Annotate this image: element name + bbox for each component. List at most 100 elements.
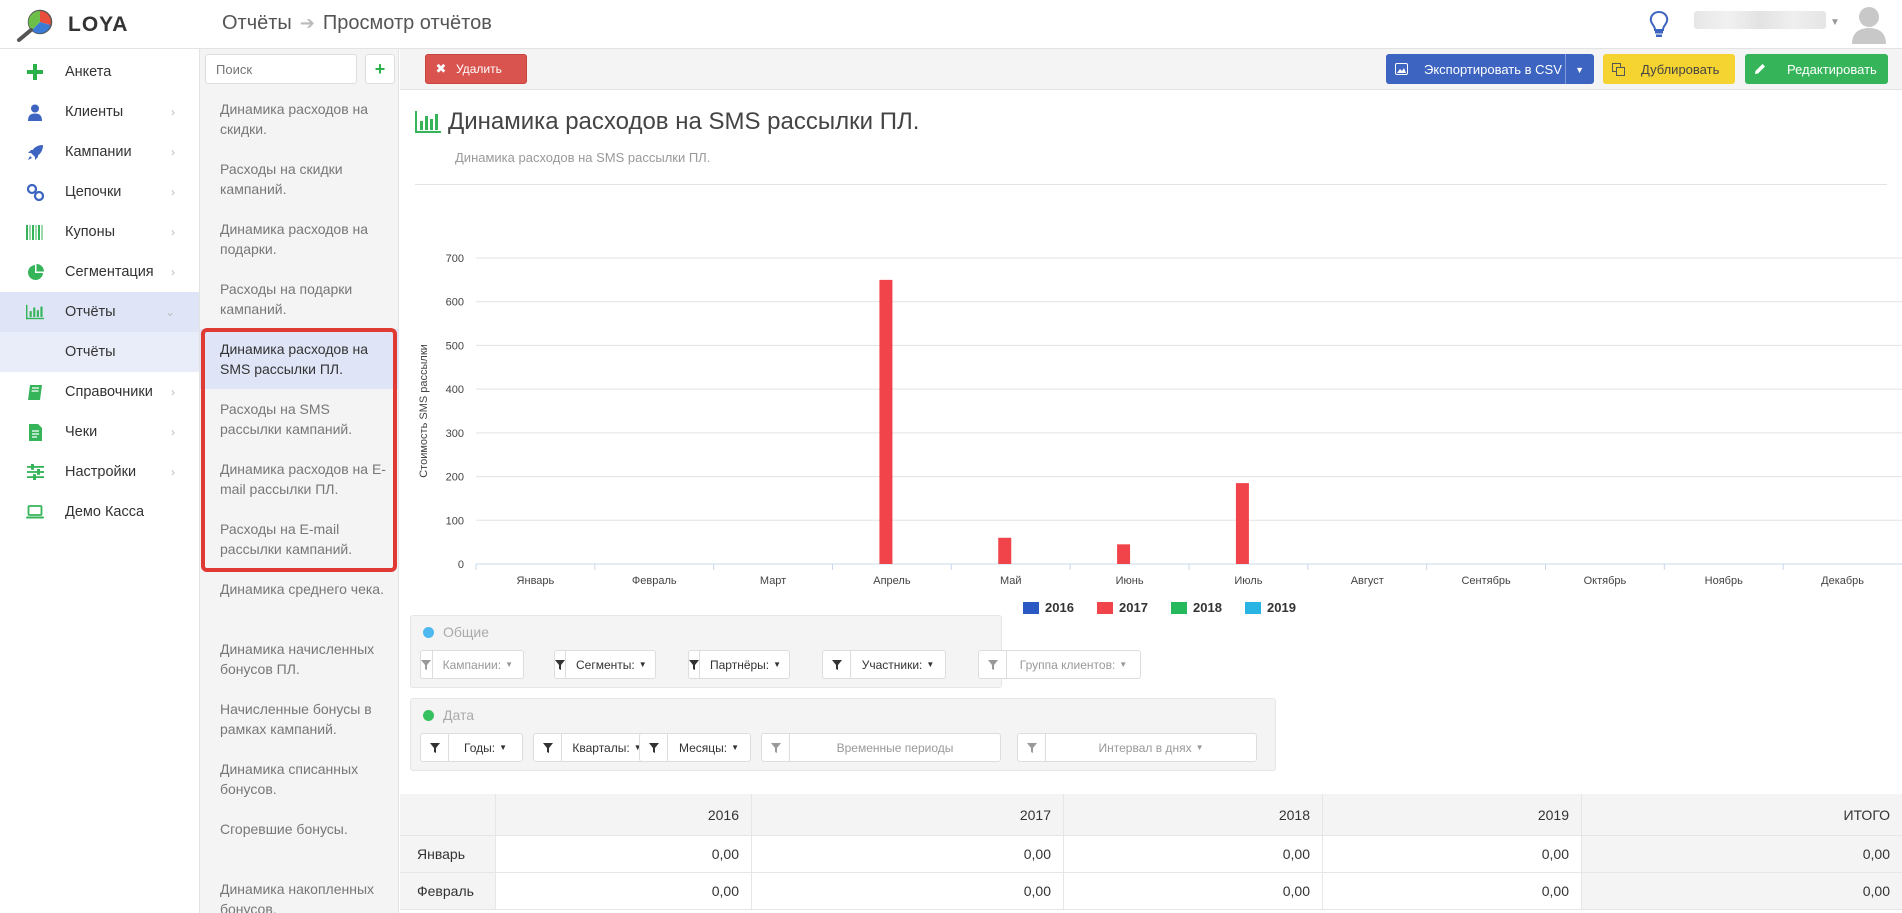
avatar[interactable] [1850,4,1888,44]
report-list-item[interactable]: Динамика списанных бонусов. [200,749,399,809]
logo[interactable]: LOYA [14,6,128,44]
table-cell: Январь [400,836,496,872]
barcode-icon [26,223,44,241]
report-list-item[interactable]: Динамика среднего чека. [200,569,399,629]
caret-down-icon: ▼ [1195,743,1204,752]
filter-general-0[interactable]: Кампании: ▼ [420,650,524,679]
data-table: 2016 2017 2018 2019 ИТОГО Январь 0,00 0,00 0,00 0… [400,794,1902,910]
sidebar-subitem-reports[interactable]: Отчёты [0,332,199,372]
table-cell: 0,00 [1582,873,1902,909]
export-csv-button[interactable]: Экспортировать в CSV ▼ [1386,54,1594,84]
legend-entry[interactable]: 2016 [1045,600,1074,615]
legend-entry[interactable]: 2019 [1267,600,1296,615]
report-list-item[interactable]: Динамика начисленных бонусов ПЛ. [200,629,399,689]
filter-date-2[interactable]: Месяцы: ▼ [639,733,751,762]
legend-entry[interactable]: 2018 [1193,600,1222,615]
report-list-item[interactable]: Динамика накопленных бонусов. [200,869,399,913]
breadcrumb-root[interactable]: Отчёты [222,12,292,35]
sidebar-item-label: Отчёты [65,304,116,320]
edit-button[interactable]: Редактировать [1745,54,1888,84]
chevron-right-icon: › [171,145,175,159]
sidebar-item-3[interactable]: Цепочки › [0,172,199,212]
report-list: Динамика расходов на скидки. Расходы на с… [200,89,399,913]
sidebar-item-1[interactable]: Клиенты › [0,92,199,132]
x-tick-label: Август [1351,575,1384,587]
filter-label: Участники: [861,657,923,672]
delete-label: Удалить [456,62,502,76]
sidebar-item-10[interactable]: Демо Касса [0,492,199,532]
filter-general-4[interactable]: Группа клиентов: ▼ [978,650,1141,679]
legend-swatch [1171,602,1187,614]
sidebar-item-7[interactable]: Справочники › [0,372,199,412]
sidebar-item-label: Чеки [65,424,98,440]
sidebar-item-5[interactable]: Сегментация › [0,252,199,292]
add-report-button[interactable]: + [365,54,395,84]
filter-label: Годы: [464,740,496,755]
edit-label: Редактировать [1787,61,1877,77]
report-list-item[interactable]: Динамика расходов на E-mail рассылки ПЛ. [200,449,399,509]
table-header-cell: ИТОГО [1582,794,1902,835]
filter-general-2[interactable]: Партнёры: ▼ [688,650,790,679]
table-row: Февраль 0,00 0,00 0,00 0,00 0,00 [400,873,1902,910]
caret-down-icon: ▼ [926,660,935,669]
filter-date-0[interactable]: Годы: ▼ [420,733,523,762]
sidebar-item-2[interactable]: Кампании › [0,132,199,172]
x-tick-label: Декабрь [1821,575,1864,587]
duplicate-button[interactable]: Дублировать [1603,54,1735,84]
sidebar-item-4[interactable]: Купоны › [0,212,199,252]
report-list-item[interactable]: Сгоревшие бонусы. [200,809,399,869]
table-cell: Февраль [400,873,496,909]
logo-magnifier-icon [17,9,53,42]
caret-down-icon[interactable]: ▼ [1575,65,1584,75]
table-header-cell: 2016 [496,794,752,835]
filter-general-3[interactable]: Участники: ▼ [822,650,946,679]
lightbulb-icon[interactable] [1648,10,1670,38]
filter-date-1[interactable]: Кварталы: ▼ [533,733,653,762]
sidebar-item-label: Настройки [65,464,137,480]
chevron-right-icon: › [171,185,175,199]
chevron-down-icon[interactable]: ▼ [1830,17,1840,28]
filter-date-4[interactable]: Интервал в днях ▼ [1017,733,1257,762]
report-list-item[interactable]: Начисленные бонусы в рамках кампаний. [200,689,399,749]
x-tick-label: Октябрь [1584,575,1627,587]
delete-button[interactable]: ✖ Удалить [425,54,527,84]
legend-swatch [1023,602,1039,614]
report-list-item[interactable]: Динамика расходов на SMS рассылки ПЛ. [200,329,399,389]
user-name-blurred[interactable] [1694,11,1826,29]
filter-icon [421,734,449,761]
chevron-right-icon: › [171,265,175,279]
top-bar: LOYA Отчёты ➔ Просмотр отчётов ▼ [0,0,1902,49]
legend-swatch [1245,602,1261,614]
breadcrumb: Отчёты ➔ Просмотр отчётов [222,12,492,35]
close-icon: ✖ [435,61,447,76]
caret-down-icon: ▼ [773,660,782,669]
chevron-down-icon: ⌄ [164,305,175,319]
filter-general-1[interactable]: Сегменты: ▼ [554,650,656,679]
filter-label: Сегменты: [576,657,635,672]
report-list-item[interactable]: Расходы на SMS рассылки кампаний. [200,389,399,449]
report-list-item[interactable]: Динамика расходов на подарки. [200,209,399,269]
sidebar-item-0[interactable]: Анкета [0,52,199,92]
status-dot-icon [423,626,434,638]
y-tick-label: 200 [446,472,464,484]
filter-group-date: Дата Годы: ▼ Кварталы: ▼ Месяцы: ▼ Временные п… [410,698,1276,771]
copy-icon [1603,54,1633,84]
report-list-item[interactable]: Динамика расходов на скидки. [200,89,399,149]
table-cell: 0,00 [1323,873,1582,909]
report-list-item[interactable]: Расходы на скидки кампаний. [200,149,399,209]
sidebar-item-9[interactable]: Настройки › [0,452,199,492]
sidebar-item-label: Цепочки [65,184,122,200]
legend-entry[interactable]: 2017 [1119,600,1148,615]
report-list-item[interactable]: Расходы на подарки кампаний. [200,269,399,329]
divider [415,184,1887,185]
search-input[interactable] [205,54,357,84]
table-cell: 0,00 [496,873,752,909]
filter-icon [421,651,433,678]
filter-date-3[interactable]: Временные периоды [761,733,1001,762]
filter-label: Кампании: [442,657,502,672]
sidebar-item-6[interactable]: Отчёты ⌄ [0,292,199,332]
rocket-icon [26,143,44,161]
sidebar-item-8[interactable]: Чеки › [0,412,199,452]
report-list-item[interactable]: Расходы на E-mail рассылки кампаний. [200,509,399,569]
y-tick-label: 600 [446,297,464,309]
